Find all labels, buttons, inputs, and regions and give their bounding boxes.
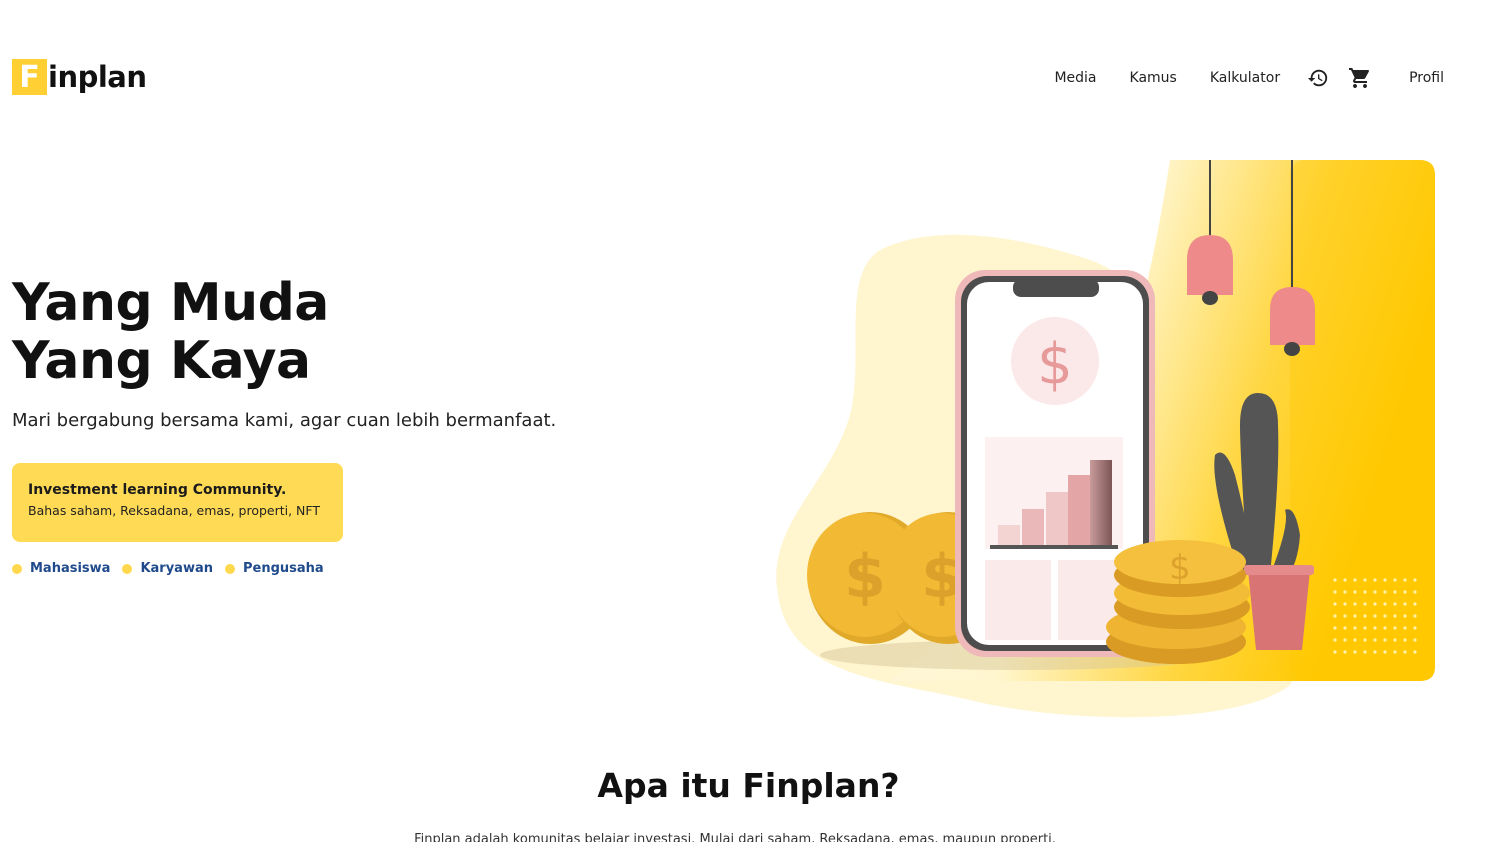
brand-logo[interactable]: F inplan bbox=[12, 58, 147, 96]
about-text: Finplan adalah komunitas belajar investa… bbox=[414, 832, 1056, 842]
nav-kalkulator[interactable]: Kalkulator bbox=[1210, 70, 1280, 86]
bullet-dot bbox=[12, 563, 22, 574]
bullet-dot bbox=[122, 563, 133, 574]
community-card: Investment learning Community. Bahas sah… bbox=[12, 463, 343, 542]
nav-media[interactable]: Media bbox=[1054, 70, 1096, 86]
nav-profil[interactable]: Profil bbox=[1409, 70, 1444, 86]
audience-list: Mahasiswa Karyawan Pengusaha bbox=[12, 561, 336, 576]
audience-item-mahasiswa: Mahasiswa bbox=[12, 561, 110, 576]
hero-illustration: $ $ $ $ bbox=[776, 160, 1435, 718]
cart-icon[interactable] bbox=[1348, 66, 1372, 90]
audience-item-pengusaha: Pengusaha bbox=[225, 561, 324, 576]
panel-right-edge bbox=[1290, 160, 1435, 681]
svg-text:$: $ bbox=[1037, 332, 1073, 397]
hero-subtitle: Mari bergabung bersama kami, agar cuan l… bbox=[12, 410, 557, 431]
hero-title-line2: Yang Kaya bbox=[12, 331, 311, 391]
hero-title: Yang Muda Yang Kaya bbox=[12, 274, 329, 390]
lamp-1 bbox=[1187, 235, 1233, 295]
coin-stack-right: $ bbox=[1106, 540, 1250, 664]
audience-label[interactable]: Karyawan bbox=[140, 561, 213, 576]
nav-kamus[interactable]: Kamus bbox=[1130, 70, 1177, 86]
card-description: Bahas saham, Reksadana, emas, properti, … bbox=[28, 503, 321, 518]
history-icon[interactable] bbox=[1306, 66, 1330, 90]
logo-text: inplan bbox=[48, 60, 147, 94]
svg-text:$: $ bbox=[1169, 548, 1191, 588]
logo-mark: F bbox=[12, 59, 47, 95]
hero-title-line1: Yang Muda bbox=[12, 273, 329, 333]
audience-label[interactable]: Pengusaha bbox=[243, 561, 324, 576]
audience-item-karyawan: Karyawan bbox=[122, 561, 213, 576]
top-nav: Media Kamus Kalkulator Profil bbox=[1054, 64, 1444, 92]
bullet-dot bbox=[225, 563, 235, 574]
svg-text:$: $ bbox=[844, 542, 886, 612]
about-title: Apa itu Finplan? bbox=[597, 766, 900, 805]
card-title: Investment learning Community. bbox=[28, 482, 287, 498]
lamp-2 bbox=[1270, 287, 1315, 345]
audience-label[interactable]: Mahasiswa bbox=[30, 561, 110, 576]
